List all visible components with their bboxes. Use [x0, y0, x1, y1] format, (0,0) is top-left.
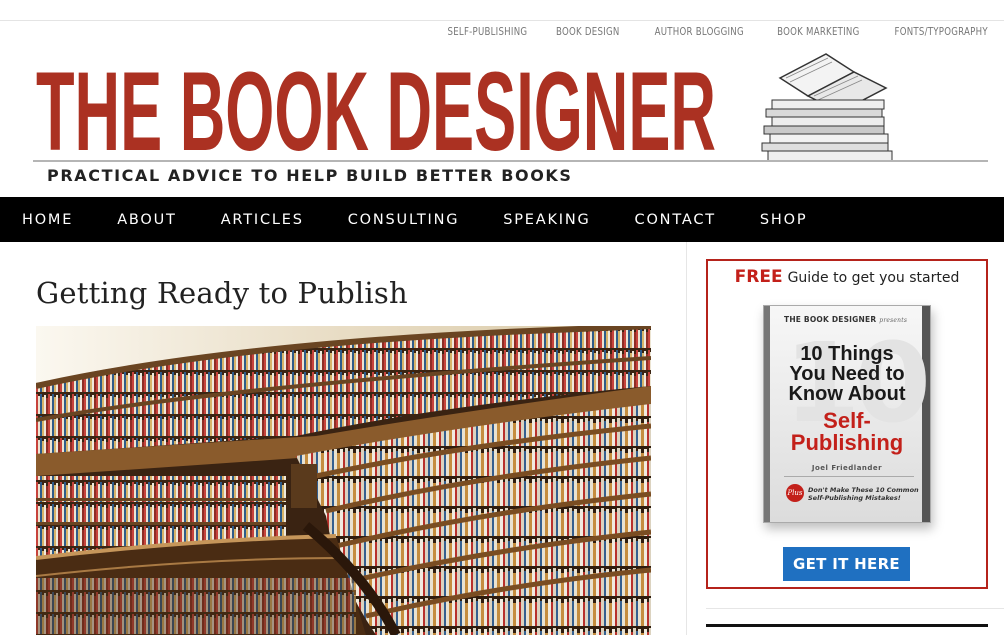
free-guide-promo: FREE Guide to get you started 10 THE BOOK…: [706, 259, 988, 589]
main-nav: HOME ABOUT ARTICLES CONSULTING SPEAKING …: [0, 197, 1004, 242]
library-rotunda-image: [36, 326, 651, 635]
nav-contact[interactable]: CONTACT: [635, 212, 716, 228]
ebook-author: Joel Friedlander: [811, 464, 883, 472]
top-link-self-publishing[interactable]: SELF-PUBLISHING: [447, 26, 527, 38]
promo-free-label: FREE: [734, 267, 783, 287]
ebook-brand: THE BOOK DESIGNER presents: [784, 315, 908, 324]
nav-speaking[interactable]: SPEAKING: [503, 212, 590, 228]
ebook-plus-badge: Plus: [786, 484, 804, 502]
ebook-subtitle: Don't Make These 10 Common Self-Publishi…: [808, 486, 919, 502]
ebook-title: 10 Things You Need to Know About: [788, 343, 906, 405]
nav-consulting[interactable]: CONSULTING: [348, 212, 460, 228]
site-logo-link[interactable]: THE BOOK DESIGNER: [36, 52, 726, 164]
promo-heading: FREE Guide to get you started: [708, 267, 986, 287]
top-link-book-marketing[interactable]: BOOK MARKETING: [777, 26, 859, 38]
site-tagline: PRACTICAL ADVICE TO HELP BUILD BETTER BO…: [47, 166, 573, 185]
promo-heading-text: Guide to get you started: [787, 270, 960, 286]
book-stack-icon: [761, 53, 893, 162]
nav-shop[interactable]: SHOP: [760, 212, 807, 228]
ebook-highlight-title: Self- Publishing: [790, 408, 904, 455]
nav-about[interactable]: ABOUT: [117, 212, 177, 228]
top-link-book-design[interactable]: BOOK DESIGN: [556, 26, 620, 38]
masthead-rule: [33, 160, 988, 162]
sidebar-next-widget-rule: [706, 624, 988, 627]
site-logo-wordmark: THE BOOK DESIGNER: [36, 52, 716, 164]
top-link-fonts-typography[interactable]: FONTS/TYPOGRAPHY: [895, 26, 988, 38]
site-title: THE BOOK DESIGNER: [36, 52, 716, 164]
top-utility-nav: SELF-PUBLISHING BOOK DESIGN AUTHOR BLOGG…: [430, 26, 988, 38]
ebook-cover[interactable]: 10 THE BOOK DESIGNER presents 10 Things Y…: [763, 305, 931, 523]
top-divider: [0, 20, 1004, 21]
top-link-author-blogging[interactable]: AUTHOR BLOGGING: [654, 26, 743, 38]
post-featured-image: [36, 326, 651, 635]
nav-articles[interactable]: ARTICLES: [221, 212, 304, 228]
nav-home[interactable]: HOME: [22, 212, 73, 228]
sidebar-widget-divider: [706, 608, 1004, 609]
post-title: Getting Ready to Publish: [36, 276, 408, 310]
ebook-divider: [784, 476, 914, 477]
get-it-here-button[interactable]: GET IT HERE: [783, 547, 910, 581]
sidebar-divider: [686, 242, 687, 635]
